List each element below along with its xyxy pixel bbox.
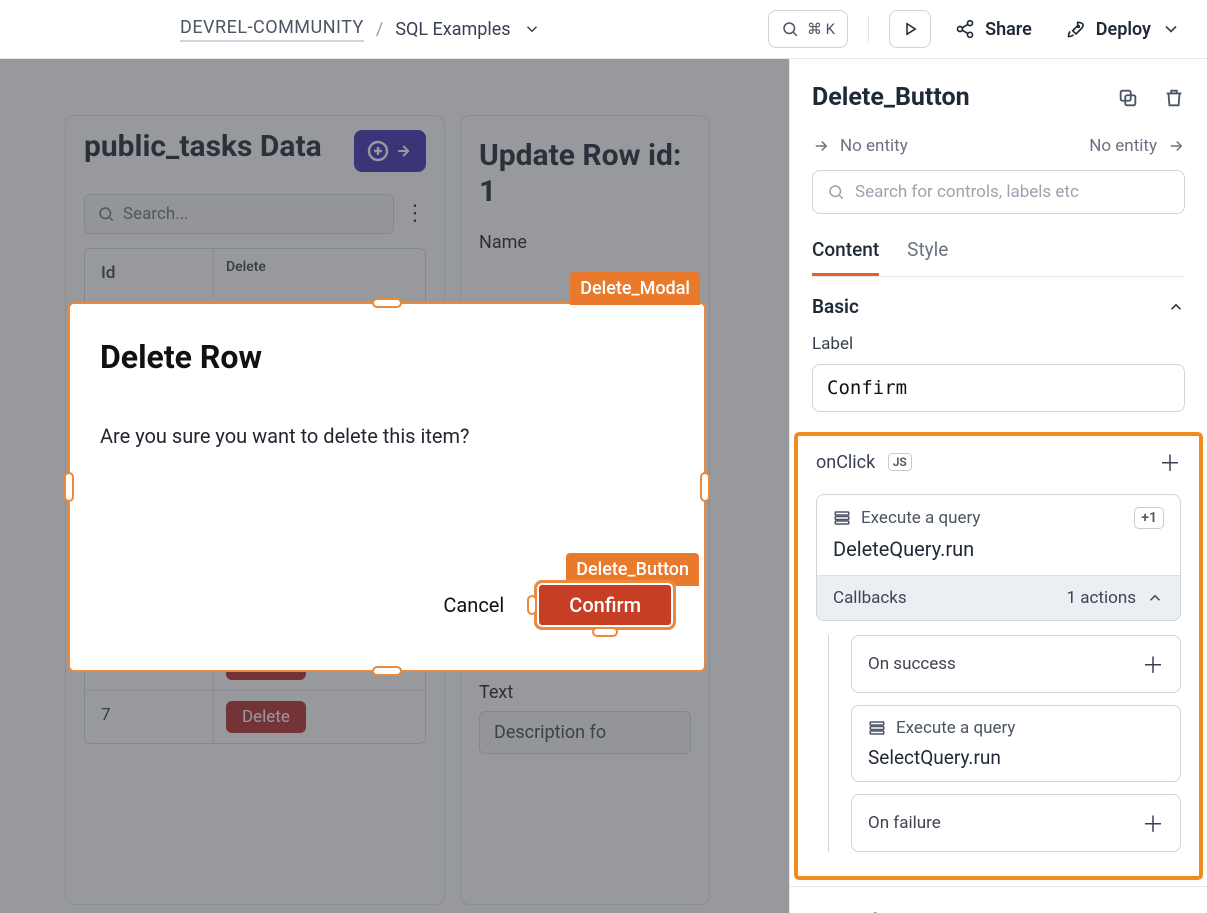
callbacks-count: 1 actions [1067,588,1136,608]
action-count-badge: +1 [1134,507,1164,529]
chevron-down-icon[interactable] [1161,19,1181,39]
modal-actions: Cancel Confirm [443,580,676,630]
field-label: Label [812,334,1185,354]
action-card[interactable]: Execute a query +1 DeleteQuery.run Callb… [816,494,1181,621]
on-failure-card[interactable]: On failure ＋ [851,794,1181,852]
resize-handle[interactable] [372,298,402,308]
entity-nav: No entity No entity [812,136,1185,156]
modal-message: Are you sure you want to delete this ite… [100,424,674,448]
share-button[interactable]: Share [945,13,1042,46]
selection-tag-modal[interactable]: Delete_Modal [570,272,700,305]
onclick-label: onClick [816,452,875,473]
chevron-up-icon[interactable] [1167,298,1185,316]
search-shortcut: ⌘ K [807,20,835,38]
resize-handle[interactable] [527,595,537,615]
section-general[interactable]: General [790,886,1207,913]
modal-title: Delete Row [100,338,674,376]
section-title: General [812,909,878,913]
on-failure-label: On failure [868,813,941,833]
success-query: SelectQuery.run [868,746,1164,769]
search-icon [781,20,799,38]
property-title[interactable]: Delete_Button [812,83,970,112]
chevron-up-icon [1146,589,1164,607]
rocket-icon [1066,19,1086,39]
onclick-section-highlight: onClick JS ＋ Execute a query +1 [794,432,1203,880]
property-tabs: Content Style [812,238,1185,277]
arrow-right-icon [1167,137,1185,155]
on-success-card[interactable]: On success ＋ [851,635,1181,693]
resize-handle[interactable] [592,627,618,637]
resize-handle[interactable] [64,472,74,502]
prev-entity[interactable]: No entity [812,136,908,156]
arrow-right-icon [812,137,830,155]
play-icon [901,20,919,38]
on-success-label: On success [868,654,956,674]
success-action-card[interactable]: Execute a query SelectQuery.run [851,705,1181,782]
breadcrumb-page[interactable]: SQL Examples [395,19,510,40]
chevron-down-icon[interactable] [523,20,541,38]
breadcrumb-separator: / [376,19,383,40]
action-query: DeleteQuery.run [833,537,1164,561]
action-type: Execute a query [896,718,1015,738]
canvas: public_tasks Data Search... ⋮ Id [0,59,789,913]
query-icon [833,509,851,527]
prev-entity-label: No entity [840,136,908,156]
add-action-button[interactable]: ＋ [1159,446,1181,478]
label-input[interactable]: Confirm [812,364,1185,412]
resize-handle[interactable] [700,472,710,502]
add-failure-action[interactable]: ＋ [1142,807,1164,839]
tab-style[interactable]: Style [907,238,948,276]
breadcrumb-org[interactable]: DEVREL-COMMUNITY [180,17,364,42]
topbar: DEVREL-COMMUNITY / SQL Examples ⌘ K Shar… [0,0,1207,59]
search-controls-placeholder: Search for controls, labels etc [855,182,1079,202]
js-badge[interactable]: JS [888,453,912,471]
deploy-label: Deploy [1096,19,1151,40]
property-panel: Delete_Button No entity No entity Sea [789,59,1207,913]
section-basic: Basic Label Confirm [812,277,1185,418]
share-icon [955,19,975,39]
add-success-action[interactable]: ＋ [1142,648,1164,680]
action-type: Execute a query [861,508,980,528]
tab-content[interactable]: Content [812,238,879,276]
delete-modal: Delete_Modal Delete Row Are you sure you… [68,302,706,672]
resize-handle[interactable] [372,666,402,676]
copy-icon[interactable] [1117,87,1139,109]
confirm-button-wrap: Confirm [534,580,676,630]
trash-icon[interactable] [1163,87,1185,109]
callbacks-tree: On success ＋ Execute a query SelectQuery… [828,635,1181,852]
section-title: Basic [812,295,859,318]
global-search[interactable]: ⌘ K [768,10,848,48]
next-entity-label: No entity [1089,136,1157,156]
share-label: Share [985,19,1032,40]
query-icon [868,719,886,737]
search-icon [827,183,845,201]
callbacks-header[interactable]: Callbacks 1 actions [817,575,1180,620]
confirm-button[interactable]: Confirm [534,580,676,630]
deploy-button[interactable]: Deploy [1056,13,1191,46]
run-button[interactable] [889,10,931,48]
breadcrumb: DEVREL-COMMUNITY / SQL Examples [180,17,754,42]
divider [868,15,869,43]
next-entity[interactable]: No entity [1089,136,1185,156]
callbacks-label: Callbacks [833,588,907,608]
search-controls[interactable]: Search for controls, labels etc [812,170,1185,214]
workspace: public_tasks Data Search... ⋮ Id [0,59,1207,913]
cancel-button[interactable]: Cancel [443,593,504,617]
